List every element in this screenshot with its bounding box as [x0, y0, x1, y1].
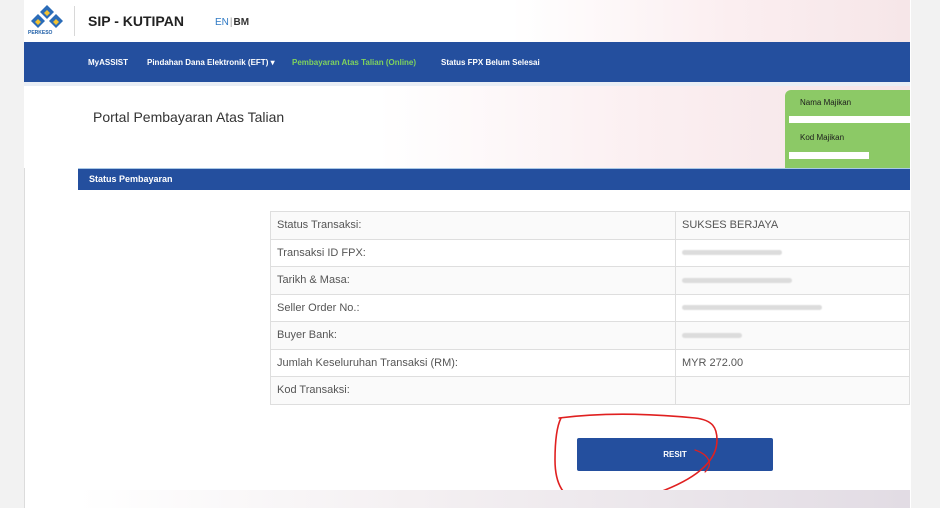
row-label-fpx-id: Transaksi ID FPX: — [270, 238, 676, 267]
logo-text: PERKESO — [28, 30, 53, 36]
table-row: Jumlah Keseluruhan Transaksi (RM): MYR 2… — [270, 348, 910, 377]
table-row: Transaksi ID FPX: — [270, 238, 910, 267]
row-label-buyer-bank: Buyer Bank: — [270, 321, 676, 350]
nav-item-myassist[interactable]: MyASSIST — [88, 58, 128, 67]
language-switcher: EN|BM — [215, 17, 249, 28]
employer-name-redacted — [789, 116, 910, 123]
row-value-transaction-code — [675, 376, 910, 405]
table-row: Buyer Bank: — [270, 321, 910, 350]
page-title: Portal Pembayaran Atas Talian — [93, 109, 285, 125]
lang-en-link[interactable]: EN — [215, 17, 229, 28]
app-title: SIP - KUTIPAN — [88, 13, 184, 29]
employer-info-box: Nama Majikan Kod Majikan — [785, 90, 910, 168]
row-label-status: Status Transaksi: — [270, 211, 676, 240]
table-row: Kod Transaksi: — [270, 376, 910, 405]
row-label-datetime: Tarikh & Masa: — [270, 266, 676, 295]
nav-item-fpx-status[interactable]: Status FPX Belum Selesai — [441, 58, 540, 67]
row-label-total: Jumlah Keseluruhan Transaksi (RM): — [270, 348, 676, 377]
employer-code-label: Kod Majikan — [800, 133, 845, 142]
transaction-details-table: Status Transaksi: SUKSES BERJAYA Transak… — [270, 211, 910, 405]
nav-item-online-payment[interactable]: Pembayaran Atas Talian (Online) — [292, 58, 416, 67]
row-value-status: SUKSES BERJAYA — [675, 211, 910, 240]
section-title: Status Pembayaran — [89, 174, 173, 184]
employer-name-label: Nama Majikan — [800, 98, 852, 107]
resit-button[interactable]: RESIT — [577, 438, 773, 471]
nav-item-eft[interactable]: Pindahan Dana Elektronik (EFT) ▾ — [147, 58, 275, 67]
row-label-transaction-code: Kod Transaksi: — [270, 376, 676, 405]
main-navbar: MyASSIST Pindahan Dana Elektronik (EFT) … — [24, 42, 910, 82]
top-header: PERKESO SIP - KUTIPAN EN|BM — [24, 0, 910, 42]
employer-code-redacted — [789, 152, 869, 159]
lang-bm-link[interactable]: BM — [234, 17, 250, 28]
table-row: Status Transaksi: SUKSES BERJAYA — [270, 211, 910, 240]
header-divider — [74, 6, 75, 36]
row-value-datetime-redacted — [675, 266, 910, 295]
table-row: Seller Order No.: — [270, 293, 910, 322]
row-value-buyer-bank-redacted — [675, 321, 910, 350]
payment-status-header: Status Pembayaran — [78, 168, 910, 190]
row-value-seller-order-redacted — [675, 293, 910, 322]
table-row: Tarikh & Masa: — [270, 266, 910, 295]
page-banner — [24, 86, 910, 168]
row-label-seller-order: Seller Order No.: — [270, 293, 676, 322]
bottom-strip — [78, 490, 910, 508]
row-value-fpx-id-redacted — [675, 238, 910, 267]
lang-separator: | — [229, 17, 233, 28]
row-value-total: MYR 272.00 — [675, 348, 910, 377]
